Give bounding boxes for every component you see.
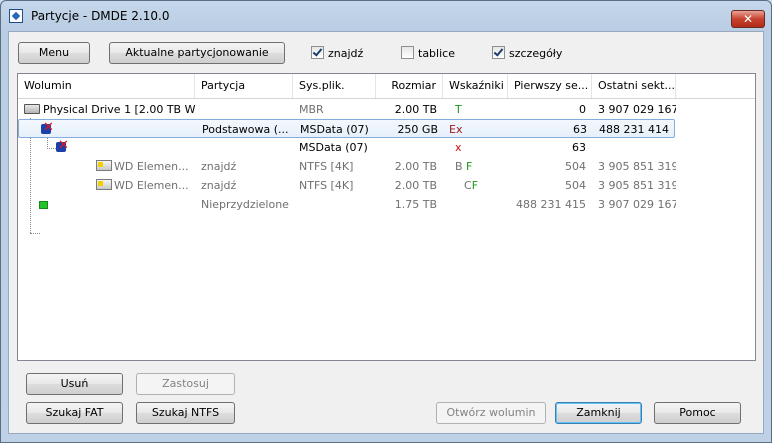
menu-button[interactable]: Menu: [18, 42, 90, 64]
row-size: 2.00 TB: [394, 179, 437, 192]
row-partition: Podstawowa (...: [202, 123, 289, 136]
row-filesystem: MSData (07): [300, 123, 369, 136]
tables-checkbox-label: tablice: [418, 47, 455, 60]
column-header-flags[interactable]: Wskaźniki: [443, 74, 508, 98]
row-filesystem: NTFS [4K]: [299, 160, 354, 173]
row-last-sector: 3 905 851 319: [598, 160, 676, 173]
details-checkbox-label: szczegóły: [509, 47, 563, 60]
find-checkbox-label: znajdź: [328, 47, 364, 60]
details-checkbox-box[interactable]: [492, 46, 505, 59]
search-ntfs-button[interactable]: Szukaj NTFS: [136, 402, 235, 424]
row-flags: T: [455, 103, 462, 116]
column-header-first-sector[interactable]: Pierwszy se...: [508, 74, 592, 98]
row-last-sector: 3 907 029 167: [598, 103, 676, 116]
find-checkbox[interactable]: znajdź: [311, 46, 363, 62]
row-partition: znajdź: [201, 179, 237, 192]
find-checkbox-box[interactable]: [311, 46, 324, 59]
row-flags: CF: [464, 179, 479, 192]
window-title: Partycje - DMDE 2.10.0: [31, 9, 170, 23]
search-fat-button[interactable]: Szukaj FAT: [26, 402, 123, 424]
row-partition: znajdź: [201, 160, 237, 173]
dmde-app-icon: [9, 9, 23, 23]
tables-checkbox[interactable]: tablice: [401, 46, 455, 62]
open-volume-button[interactable]: Otwórz wolumin: [436, 402, 546, 424]
dialog-client-area: Menu Aktualne partycjonowanie znajdź tab…: [8, 31, 764, 434]
row-filesystem: NTFS [4K]: [299, 179, 354, 192]
help-button[interactable]: Pomoc: [654, 402, 741, 424]
row-first-sector: 63: [572, 141, 586, 154]
row-size: [376, 138, 443, 157]
title-bar: Partycje - DMDE 2.10.0 ✕: [1, 1, 771, 31]
row-volume: Physical Drive 1 [2.00 TB W...: [18, 100, 195, 119]
delete-button[interactable]: Usuń: [26, 373, 123, 395]
current-partitioning-button[interactable]: Aktualne partycjonowanie: [109, 42, 285, 64]
row-flags: x: [455, 141, 462, 154]
row-first-sector: 504: [565, 160, 586, 173]
list-header: Wolumin Partycja Sys.plik. Rozmiar Wskaź…: [18, 74, 755, 99]
apply-button[interactable]: Zastosuj: [136, 373, 235, 395]
row-partition: [195, 100, 293, 119]
row-first-sector: 63: [573, 123, 587, 136]
row-filesystem: MBR: [299, 103, 324, 116]
column-header-partition[interactable]: Partycja: [195, 74, 293, 98]
hard-drive-icon: [24, 104, 40, 114]
volume-icon: [96, 179, 112, 190]
table-row[interactable]: Nieprzydzielone 1.75 TB 488 231 415 3 90…: [18, 195, 755, 214]
row-first-sector: 488 231 415: [516, 198, 586, 211]
volume-name: Physical Drive 1 [2.00 TB W...: [43, 103, 195, 116]
row-volume: WD Elemen...: [96, 176, 195, 195]
column-header-size[interactable]: Rozmiar: [376, 74, 443, 98]
row-last-sector: 3 905 851 319: [598, 179, 676, 192]
deleted-partition-icon: ✕: [56, 138, 69, 153]
details-checkbox[interactable]: szczegóły: [492, 46, 562, 62]
window-close-button[interactable]: ✕: [731, 10, 765, 28]
row-flags: B F: [455, 160, 473, 173]
row-size: 2.00 TB: [394, 160, 437, 173]
row-size: 1.75 TB: [394, 198, 437, 211]
table-row[interactable]: ✕ MSData (07) x 63: [18, 138, 755, 157]
row-filesystem: MSData (07): [299, 141, 368, 154]
table-row[interactable]: WD Elemen... znajdź NTFS [4K] 2.00 TB B …: [18, 157, 755, 176]
row-flags: [443, 195, 508, 214]
tables-checkbox-box[interactable]: [401, 46, 414, 59]
row-partition: Nieprzydzielone: [201, 198, 289, 211]
column-header-filesystem[interactable]: Sys.plik.: [293, 74, 376, 98]
row-first-sector: 0: [579, 103, 586, 116]
volume-icon: [96, 160, 112, 171]
row-last-sector: 3 907 029 167: [598, 198, 676, 211]
close-button[interactable]: Zamknij: [555, 402, 642, 424]
row-first-sector: 504: [565, 179, 586, 192]
dialog-window: Partycje - DMDE 2.10.0 ✕ Menu Aktualne p…: [0, 0, 772, 443]
row-size: 2.00 TB: [394, 103, 437, 116]
table-row[interactable]: Physical Drive 1 [2.00 TB W... MBR 2.00 …: [18, 100, 755, 119]
row-last-sector: [592, 138, 676, 157]
volume-name: WD Elemen...: [114, 179, 189, 192]
unallocated-space-icon: [39, 201, 48, 209]
tree-line: [30, 233, 40, 234]
deleted-partition-icon: ✕: [41, 120, 54, 135]
volume-name: WD Elemen...: [114, 160, 189, 173]
row-last-sector: 488 231 414: [599, 123, 669, 136]
column-header-last-sector[interactable]: Ostatni sekt...: [592, 74, 676, 98]
row-partition: [195, 138, 293, 157]
row-size: 250 GB: [397, 123, 438, 136]
column-header-volume[interactable]: Wolumin: [18, 74, 195, 98]
row-filesystem: [293, 195, 376, 214]
table-row-selected[interactable]: ✕ Podstawowa (... MSData (07) 250 GB Ex …: [18, 119, 675, 138]
row-volume: WD Elemen...: [96, 157, 195, 176]
table-row[interactable]: WD Elemen... znajdź NTFS [4K] 2.00 TB CF…: [18, 176, 755, 195]
partition-list[interactable]: Wolumin Partycja Sys.plik. Rozmiar Wskaź…: [17, 73, 756, 361]
row-flags: Ex: [449, 123, 463, 136]
